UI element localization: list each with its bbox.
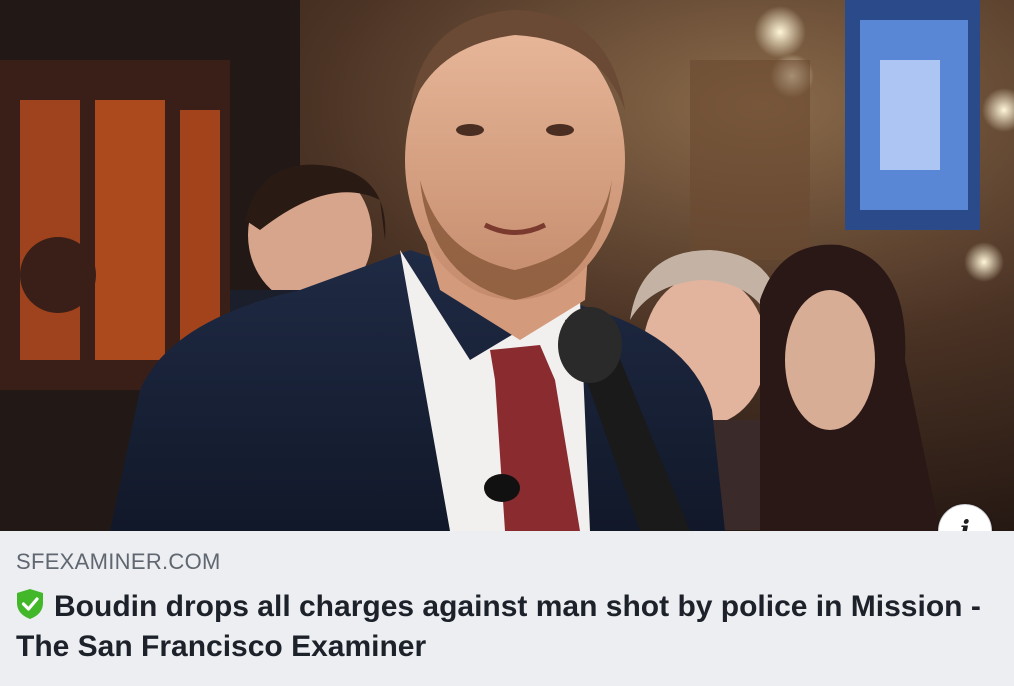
- link-preview-card[interactable]: i SFEXAMINER.COM Boudin drops all charge…: [0, 0, 1014, 686]
- article-photo[interactable]: [0, 0, 1014, 531]
- headline-row[interactable]: Boudin drops all charges against man sho…: [16, 587, 998, 667]
- green-shield-check-icon: [17, 589, 43, 619]
- link-domain[interactable]: SFEXAMINER.COM: [16, 549, 998, 575]
- link-preview-meta[interactable]: SFEXAMINER.COM Boudin drops all charges …: [0, 531, 1014, 686]
- headline-text[interactable]: Boudin drops all charges against man sho…: [16, 590, 981, 663]
